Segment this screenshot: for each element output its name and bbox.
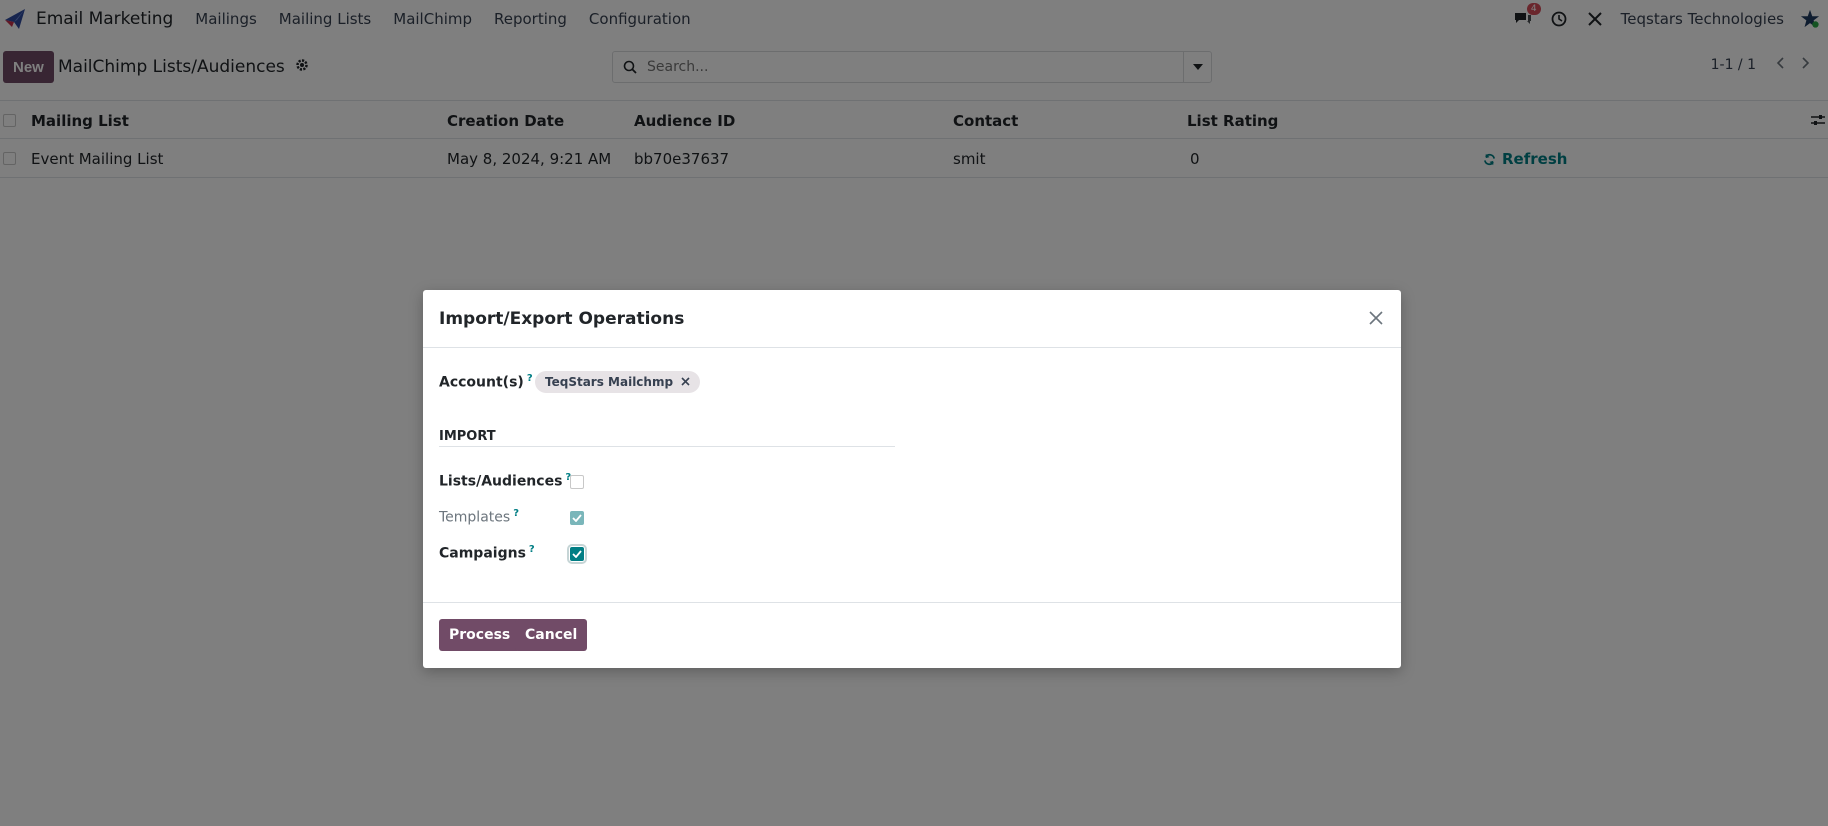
tag-remove-icon[interactable] (681, 375, 690, 389)
accounts-help-icon[interactable]: ? (527, 373, 533, 384)
process-button[interactable]: Process (439, 619, 521, 651)
modal-footer: Process Cancel (423, 603, 1401, 667)
account-tag-label: TeqStars Mailchmp (545, 375, 674, 389)
lists-audiences-label: Lists/Audiences? (439, 472, 572, 490)
campaigns-help-icon[interactable]: ? (529, 544, 535, 555)
campaigns-label: Campaigns? (439, 544, 535, 562)
close-icon[interactable] (1365, 307, 1387, 329)
templates-label: Templates? (439, 508, 519, 526)
lists-audiences-checkbox[interactable] (570, 475, 584, 489)
campaigns-checkbox[interactable] (567, 544, 587, 564)
modal-body: Account(s)? TeqStars Mailchmp IMPORT Lis… (423, 348, 1401, 603)
import-section-title: IMPORT (439, 429, 895, 447)
accounts-label: Account(s)? (439, 373, 533, 391)
cancel-button[interactable]: Cancel (515, 619, 588, 651)
templates-checkbox (570, 511, 584, 525)
templates-help-icon[interactable]: ? (513, 508, 519, 519)
import-export-dialog: Import/Export Operations Account(s)? Teq… (423, 290, 1401, 668)
modal-header: Import/Export Operations (423, 290, 1401, 348)
modal-title: Import/Export Operations (439, 309, 685, 329)
account-tag: TeqStars Mailchmp (535, 371, 701, 393)
